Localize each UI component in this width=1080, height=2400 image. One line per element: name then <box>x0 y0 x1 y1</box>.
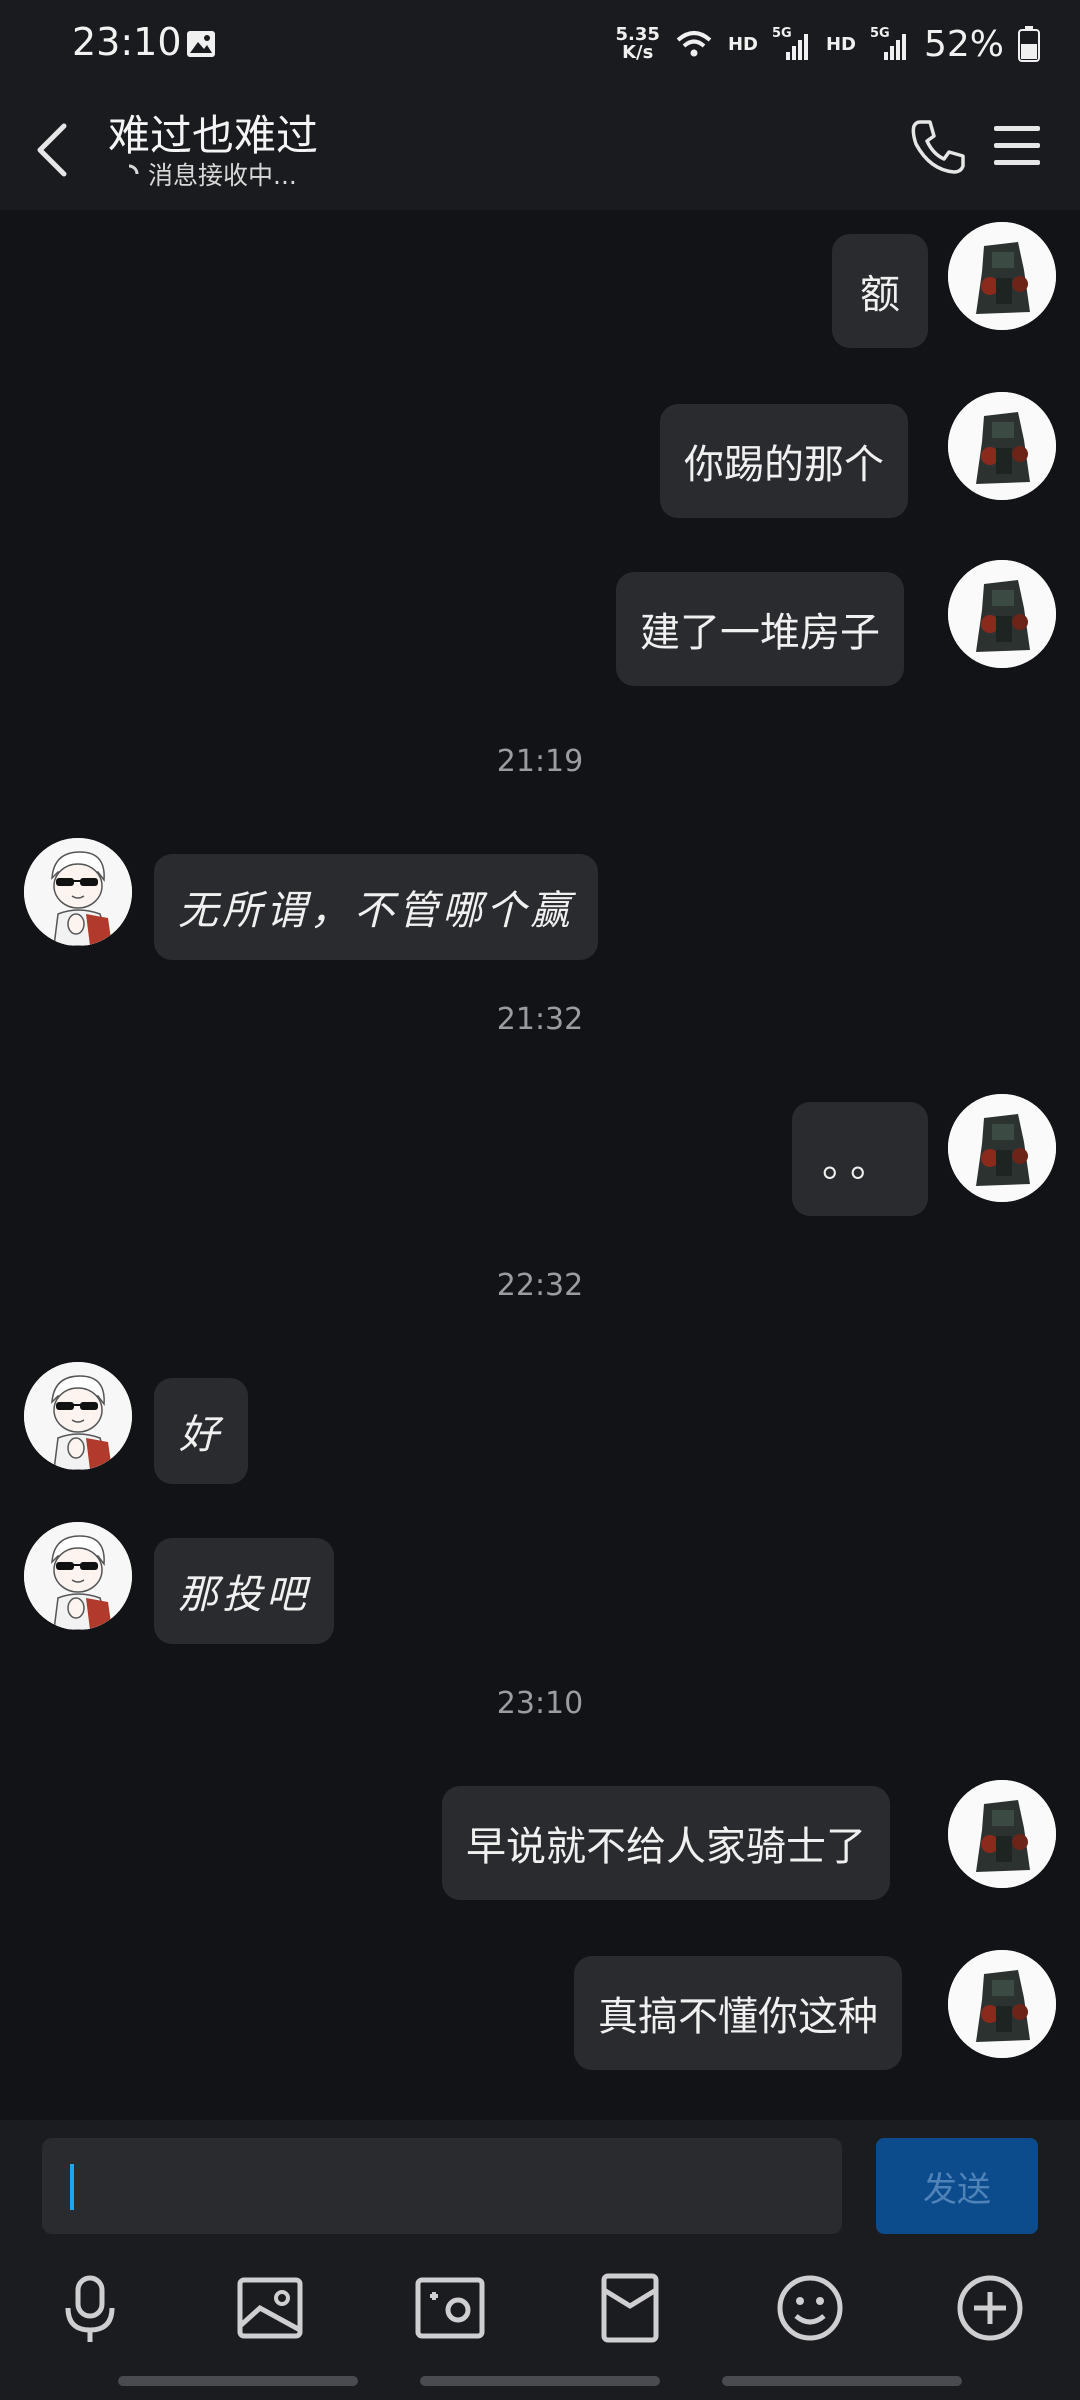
loading-spinner-icon <box>128 164 139 175</box>
wifi-icon <box>676 31 712 57</box>
robot-avatar-icon <box>948 1780 1056 1888</box>
camera-icon[interactable] <box>410 2268 490 2348</box>
avatar-contact[interactable] <box>24 1522 132 1630</box>
status-icons: 5.35 K/s HD 5G HD 5G 52% <box>616 16 1040 72</box>
message-bubble[interactable]: 无所谓，不管哪个赢 <box>154 854 598 960</box>
hd-badge: HD <box>727 33 758 55</box>
message-bubble[interactable]: 真搞不懂你这种 <box>574 1956 902 2070</box>
svg-text:5G: 5G <box>772 26 792 41</box>
nav-gesture-bar <box>118 2376 358 2386</box>
input-toolbar <box>0 2248 1080 2400</box>
chat-header: 难过也难过 消息接收中... <box>0 88 1080 210</box>
hd-badge-2: HD <box>825 33 856 55</box>
chat-title: 难过也难过 <box>108 111 319 160</box>
image-icon[interactable] <box>230 2268 310 2348</box>
message-list[interactable]: 额 你踢的那个 建了一堆房子 21:19 无所谓，不管哪个赢 21:32 。。 … <box>0 210 1080 2120</box>
message-bubble[interactable]: 额 <box>832 234 928 348</box>
status-bar: 23:10 5.35 K/s HD 5G HD 5G 52% <box>0 0 1080 88</box>
cartoon-boy-avatar-icon <box>24 1362 132 1470</box>
battery-icon <box>1018 26 1040 62</box>
avatar-self[interactable] <box>948 392 1056 500</box>
avatar-contact[interactable] <box>24 838 132 946</box>
back-icon[interactable] <box>26 118 82 182</box>
message-bubble[interactable]: 好 <box>154 1378 248 1484</box>
cartoon-boy-avatar-icon <box>24 1522 132 1630</box>
nav-gesture-bar <box>722 2376 962 2386</box>
emoji-icon[interactable] <box>770 2268 850 2348</box>
menu-icon[interactable] <box>990 116 1046 176</box>
avatar-self[interactable] <box>948 1950 1056 2058</box>
svg-text:5G: 5G <box>870 26 890 41</box>
cartoon-boy-avatar-icon <box>24 838 132 946</box>
robot-avatar-icon <box>948 1094 1056 1202</box>
message-input[interactable] <box>42 2138 842 2234</box>
message-bubble[interactable]: 你踢的那个 <box>660 404 908 518</box>
input-bar: 发送 <box>0 2120 1080 2248</box>
robot-avatar-icon <box>948 392 1056 500</box>
avatar-contact[interactable] <box>24 1362 132 1470</box>
text-cursor <box>70 2164 74 2210</box>
battery-percent: 52% <box>923 23 1004 65</box>
timestamp: 21:19 <box>496 744 584 779</box>
avatar-self[interactable] <box>948 222 1056 330</box>
message-bubble[interactable]: 早说就不给人家骑士了 <box>442 1786 890 1900</box>
net-speed: 5.35 K/s <box>616 26 660 62</box>
robot-avatar-icon <box>948 1950 1056 2058</box>
timestamp: 23:10 <box>496 1686 584 1721</box>
message-bubble[interactable]: 那投吧 <box>154 1538 334 1644</box>
robot-avatar-icon <box>948 222 1056 330</box>
message-bubble[interactable]: 。。 <box>792 1102 928 1216</box>
plus-icon[interactable] <box>950 2268 1030 2348</box>
cell-signal-icon-2: 5G <box>870 26 906 60</box>
timestamp: 22:32 <box>496 1268 584 1303</box>
send-button[interactable]: 发送 <box>876 2138 1038 2234</box>
status-time: 23:10 <box>72 20 182 64</box>
message-bubble[interactable]: 建了一堆房子 <box>616 572 904 686</box>
red-packet-icon[interactable] <box>590 2268 670 2348</box>
mic-icon[interactable] <box>50 2268 130 2348</box>
phone-call-icon[interactable] <box>906 114 970 178</box>
image-notification-icon <box>187 31 215 57</box>
robot-avatar-icon <box>948 560 1056 668</box>
avatar-self[interactable] <box>948 560 1056 668</box>
net-speed-unit: K/s <box>622 42 654 63</box>
chat-subtitle: 消息接收中... <box>148 161 297 190</box>
cell-signal-icon: 5G <box>772 26 808 60</box>
receiving-status: 消息接收中... <box>118 156 297 192</box>
avatar-self[interactable] <box>948 1780 1056 1888</box>
timestamp: 21:32 <box>496 1002 584 1037</box>
nav-gesture-bar <box>420 2376 660 2386</box>
avatar-self[interactable] <box>948 1094 1056 1202</box>
